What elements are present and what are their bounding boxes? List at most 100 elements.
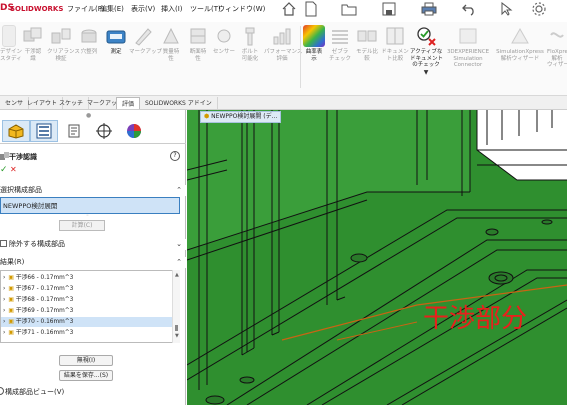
tree-flyout-item[interactable]: ⬢ NEWPPO検討展開 (デ... (200, 111, 282, 123)
save-icon[interactable] (380, 0, 398, 18)
bolt-icon (239, 25, 261, 47)
markup-button[interactable]: マークアップ (129, 22, 162, 92)
configuration-icon (68, 124, 80, 138)
menu-window[interactable]: ウィンドウ(W) (218, 4, 265, 14)
calculate-button[interactable]: 計算(C) (59, 220, 105, 231)
selected-components-label: 選択構成部品 (0, 186, 42, 194)
save-results-button[interactable]: 結果を保存...(S) (59, 370, 113, 381)
result-list-item[interactable]: › ▣ 干渉66 - 0.17mm^3 (1, 273, 173, 283)
assembly-icon: ⬢ (204, 113, 210, 120)
result-label: 干渉67 - 0.17mm^3 (15, 286, 74, 292)
home-icon[interactable] (280, 0, 298, 18)
curvature-button[interactable]: 曲率表 示 (302, 22, 326, 92)
expand-arrow-icon[interactable]: › (3, 319, 5, 325)
interference-result-icon: ▣ (8, 308, 14, 314)
cancel-x-icon[interactable]: ✕ (10, 165, 17, 174)
property-manager-tab[interactable] (30, 120, 58, 142)
measure-icon (105, 25, 127, 47)
performance-evaluation-button[interactable]: パフォーマンス 評価 (264, 22, 302, 92)
design-study-button[interactable]: デザイン スタディ (0, 22, 22, 92)
result-list-item[interactable]: › ▣ 干渉67 - 0.17mm^3 (1, 284, 173, 294)
feature-manager-tab[interactable] (2, 120, 30, 142)
results-label: 結果(R) (0, 258, 25, 266)
excluded-checkbox[interactable] (0, 240, 7, 247)
document-compare-button[interactable]: ドキュメン ト比較 (381, 22, 409, 92)
resize-handle[interactable]: ◦ (86, 213, 89, 219)
interference-detection-button[interactable]: 干渉認 識 (20, 22, 46, 92)
help-icon[interactable]: ? (170, 151, 180, 161)
markup-icon (132, 25, 154, 47)
property-manager-panel: ● 干渉認識 ? ✓ ✕ 選択構成部品 ⌃ NEWPPO検討展開 ◦ 計算(C)… (0, 110, 186, 405)
component-view-toggle[interactable] (0, 387, 4, 395)
clearance-verification-button[interactable]: クリアランス 検証 (47, 22, 80, 92)
mass-properties-icon (160, 25, 182, 47)
command-manager-ribbon: デザイン スタディ 干渉認 識 クリアランス 検証 穴整列 測定 マークアップ (0, 22, 567, 96)
result-list-item[interactable]: › ▣ 干渉69 - 0.17mm^3 (1, 306, 173, 316)
print-icon[interactable] (420, 0, 438, 18)
document-compare-icon (384, 25, 406, 47)
scroll-down-icon[interactable]: ▼ (175, 333, 179, 339)
hole-alignment-icon (78, 25, 100, 47)
selected-components-field[interactable]: NEWPPO検討展開 (0, 197, 180, 214)
model-compare-button[interactable]: モデル比 較 (354, 22, 380, 92)
menu-view[interactable]: 表示(V) (131, 4, 155, 14)
check-active-document-button[interactable]: アクティブな ドキュメント のチェック ▼ (410, 22, 443, 92)
result-label: 干渉69 - 0.17mm^3 (15, 308, 74, 314)
expand-arrow-icon[interactable]: › (3, 330, 5, 336)
command-tabs: センサ レイアウト スケッチ マークアップ 評価 SOLIDWORKS アドイン (0, 96, 567, 110)
excluded-components-header[interactable]: 除外する構成部品 ⌄ (0, 239, 186, 250)
menu-file[interactable]: ファイル(F) (67, 4, 105, 14)
floxpress-button[interactable]: FloXpress 解析 ウィザード (547, 22, 567, 92)
bolt-enable-button[interactable]: ボルト 可能化 (237, 22, 263, 92)
simulationxpress-button[interactable]: SimulationXpress 解析ウィザード (494, 22, 546, 92)
performance-evaluation-icon (271, 25, 293, 47)
configuration-manager-tab[interactable] (60, 120, 88, 142)
section-properties-button[interactable]: 断面特 性 (185, 22, 211, 92)
result-list-item[interactable]: › ▣ 干渉71 - 0.16mm^3 (1, 328, 173, 338)
result-list-item[interactable]: › ▣ 干渉70 - 0.16mm^3 (1, 317, 173, 327)
result-label: 干渉66 - 0.17mm^3 (15, 275, 74, 281)
ignore-button[interactable]: 無視(I) (59, 355, 113, 366)
dropdown-arrow-icon[interactable]: ▼ (410, 69, 442, 77)
result-list-item[interactable]: › ▣ 干渉68 - 0.17mm^3 (1, 295, 173, 305)
measure-button[interactable]: 測定 (104, 22, 128, 92)
curvature-icon (303, 25, 325, 47)
results-header[interactable]: 結果(R) ⌃ (0, 257, 186, 268)
component-view-row[interactable]: 構成部品ビュー(V) (0, 386, 186, 397)
expand-arrow-icon[interactable]: › (3, 308, 5, 314)
expand-arrow-icon[interactable]: › (3, 275, 5, 281)
menu-insert[interactable]: 挿入(I) (161, 4, 183, 14)
expand-chevron-icon[interactable]: ⌄ (176, 239, 182, 250)
panel-header: 干渉認識 ? (0, 151, 186, 163)
zebra-check-button[interactable]: ゼブラ チェック (327, 22, 353, 92)
sensor-icon (213, 25, 235, 47)
interference-result-icon: ▣ (8, 275, 14, 281)
mass-properties-button[interactable]: 質量特 性 (158, 22, 184, 92)
results-scrollbar[interactable]: ▲ ▼ (172, 270, 180, 343)
ok-check-icon[interactable]: ✓ (0, 165, 8, 175)
expand-arrow-icon[interactable]: › (3, 297, 5, 303)
collapse-chevron-icon[interactable]: ⌃ (176, 185, 182, 196)
open-icon[interactable] (340, 0, 358, 18)
results-list[interactable]: › ▣ 干渉66 - 0.17mm^3 › ▣ 干渉67 - 0.17mm^3 › ▣ 干渉68… (0, 270, 180, 343)
graphics-viewport[interactable]: ⬢ NEWPPO検討展開 (デ... 干渉部分 (187, 110, 567, 405)
scroll-thumb[interactable] (175, 325, 178, 331)
sensor-button[interactable]: センサー (212, 22, 236, 92)
dimxpert-tab[interactable] (90, 120, 118, 142)
options-gear-icon[interactable] (530, 0, 548, 18)
display-manager-tab[interactable] (120, 120, 148, 142)
undo-icon[interactable] (460, 0, 478, 18)
new-document-icon[interactable] (302, 0, 320, 18)
expand-arrow-icon[interactable]: › (3, 286, 5, 292)
tab-evaluate[interactable]: 評価 (116, 97, 141, 109)
menu-tools[interactable]: ツール(T) (190, 4, 221, 14)
property-list-icon (36, 123, 52, 139)
menu-edit[interactable]: 編集(E) (100, 4, 124, 14)
scroll-up-icon[interactable]: ▲ (175, 272, 179, 278)
collapse-chevron-icon[interactable]: ⌃ (176, 257, 182, 268)
select-icon[interactable] (498, 0, 516, 18)
selected-components-header[interactable]: 選択構成部品 ⌃ (0, 185, 186, 196)
hole-alignment-button[interactable]: 穴整列 (76, 22, 102, 92)
simulation-connector-button[interactable]: 3DEXPERIENCE Simulation Connector (443, 22, 493, 92)
tab-addins[interactable]: SOLIDWORKS アドイン (140, 97, 218, 109)
